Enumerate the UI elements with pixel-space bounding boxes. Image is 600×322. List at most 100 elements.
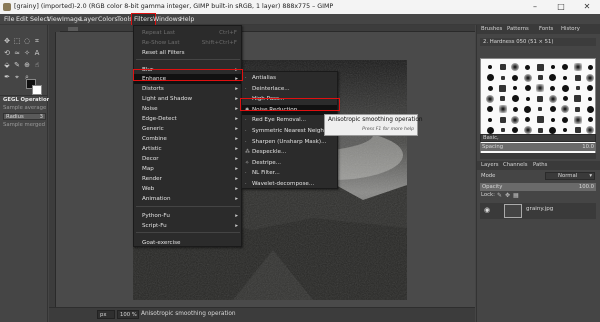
enhance-item-nl-filter[interactable]: · NL Filter... bbox=[242, 168, 337, 178]
paintbrush-icon[interactable]: ✎ bbox=[13, 61, 21, 69]
brush-tip[interactable] bbox=[587, 64, 593, 70]
enhance-item-red-eye-removal[interactable]: · Red Eye Removal... bbox=[242, 115, 337, 125]
brush-tip[interactable] bbox=[574, 74, 581, 81]
brush-tip[interactable] bbox=[511, 95, 519, 102]
enhance-item-symmetric-nearest-neighbor[interactable]: · Symmetric Nearest Neighbor... bbox=[242, 126, 338, 136]
menu-tools[interactable]: Tools bbox=[117, 14, 131, 25]
enhance-item-wavelet-decompose[interactable]: · Wavelet-decompose... bbox=[242, 179, 337, 189]
brush-tip[interactable] bbox=[488, 65, 492, 69]
bucket-fill-icon[interactable]: ⬙ bbox=[3, 61, 11, 69]
filters-item-repeat-last[interactable]: Repeat Last Ctrl+F bbox=[134, 28, 241, 38]
filters-item-render[interactable]: Render ▸ bbox=[134, 174, 241, 184]
brush-tip[interactable] bbox=[513, 86, 517, 90]
layer-name[interactable]: grainy.jpg bbox=[526, 206, 553, 212]
close-button[interactable]: ✕ bbox=[574, 0, 600, 14]
brush-tip[interactable] bbox=[486, 74, 494, 81]
mode-select[interactable]: Normal ▾ bbox=[545, 172, 595, 180]
brush-tip[interactable] bbox=[511, 63, 519, 71]
crop-tool-icon[interactable]: ⌗ bbox=[33, 37, 41, 45]
brush-tip[interactable] bbox=[537, 75, 543, 80]
brush-tip[interactable] bbox=[536, 116, 544, 123]
layer-row[interactable]: ◉ grainy.jpg bbox=[480, 203, 596, 219]
brush-tip[interactable] bbox=[563, 128, 567, 132]
smudge-tool-icon[interactable]: ☝ bbox=[33, 61, 41, 69]
menu-help[interactable]: Help bbox=[180, 14, 194, 25]
tab-brushes[interactable]: Brushes bbox=[481, 25, 502, 34]
unit-select[interactable]: px bbox=[97, 310, 115, 319]
brush-tip[interactable] bbox=[573, 115, 582, 124]
brush-tip[interactable] bbox=[523, 126, 532, 134]
brush-tip[interactable] bbox=[586, 105, 594, 113]
move-tool-icon[interactable]: ✥ bbox=[3, 37, 11, 45]
brush-tip[interactable] bbox=[574, 127, 581, 133]
clone-tool-icon[interactable]: ⊕ bbox=[23, 61, 31, 69]
lock-alpha-icon[interactable]: ▦ bbox=[513, 192, 519, 199]
brush-tip[interactable] bbox=[500, 128, 505, 132]
text-tool-icon[interactable]: A bbox=[33, 49, 41, 57]
background-color-swatch[interactable] bbox=[32, 85, 42, 95]
menu-edit[interactable]: Edit bbox=[16, 14, 28, 25]
filters-item-light-and-shadow[interactable]: Light and Shadow ▸ bbox=[134, 94, 241, 104]
filters-item-re-show-last[interactable]: Re-Show Last Shift+Ctrl+F bbox=[134, 38, 241, 48]
brush-tip[interactable] bbox=[548, 94, 557, 103]
color-picker-icon[interactable]: ⌖ bbox=[13, 73, 21, 81]
filters-item-goat-exercise[interactable]: Goat-exercise bbox=[134, 238, 241, 248]
tab-history[interactable]: History bbox=[561, 25, 580, 34]
brush-tip[interactable] bbox=[486, 94, 494, 103]
brush-tip[interactable] bbox=[550, 65, 555, 69]
tab-patterns[interactable]: Patterns bbox=[507, 25, 529, 34]
enhance-item-destripe[interactable]: ✧ Destripe... bbox=[242, 158, 337, 168]
lasso-tool-icon[interactable]: ◌ bbox=[23, 37, 31, 45]
tab-channels[interactable]: Channels bbox=[503, 161, 528, 170]
brush-tip[interactable] bbox=[500, 75, 505, 80]
zoom-select[interactable]: 100 % bbox=[117, 310, 139, 319]
sample-average-label[interactable]: Sample average bbox=[3, 105, 46, 111]
brush-tip[interactable] bbox=[525, 96, 530, 101]
transform-tool-icon[interactable]: ⟲ bbox=[3, 49, 11, 57]
menu-image[interactable]: Image bbox=[62, 14, 82, 25]
brush-tip[interactable] bbox=[537, 127, 543, 133]
brush-tip[interactable] bbox=[525, 117, 530, 122]
brush-tip[interactable] bbox=[550, 117, 555, 122]
brush-tip[interactable] bbox=[588, 96, 592, 101]
filters-item-edge-detect[interactable]: Edge-Detect ▸ bbox=[134, 114, 241, 124]
radius-slider[interactable]: Radius 3 bbox=[3, 113, 46, 120]
filters-item-noise[interactable]: Noise ▸ bbox=[134, 104, 241, 114]
brush-tip[interactable] bbox=[499, 84, 506, 92]
brush-tip[interactable] bbox=[587, 85, 593, 91]
opacity-slider[interactable]: Opacity 100.0 bbox=[480, 183, 596, 191]
brush-tip[interactable] bbox=[562, 96, 568, 101]
filters-item-distorts[interactable]: Distorts ▸ bbox=[134, 84, 241, 94]
filters-item-generic[interactable]: Generic ▸ bbox=[134, 124, 241, 134]
filters-item-artistic[interactable]: Artistic ▸ bbox=[134, 144, 241, 154]
canvas-tab-preview[interactable] bbox=[68, 27, 78, 31]
menu-file[interactable]: File bbox=[4, 14, 15, 25]
spacing-slider[interactable]: Spacing 10.0 bbox=[480, 143, 596, 151]
brush-tip[interactable] bbox=[563, 75, 567, 80]
brush-tip[interactable] bbox=[487, 85, 493, 91]
path-tool-icon[interactable]: ✒ bbox=[3, 73, 11, 81]
brush-tip[interactable] bbox=[500, 96, 505, 101]
brush-tip[interactable] bbox=[549, 106, 556, 112]
brush-tip[interactable] bbox=[536, 84, 544, 92]
brush-tip[interactable] bbox=[512, 74, 518, 81]
menu-filters[interactable]: Filters bbox=[131, 13, 156, 26]
sample-merged-checkbox[interactable]: Sample merged bbox=[3, 122, 45, 128]
menu-view[interactable]: View bbox=[47, 14, 62, 25]
eye-visibility-icon[interactable]: ◉ bbox=[484, 206, 490, 214]
brush-tip[interactable] bbox=[498, 105, 507, 113]
brush-tip[interactable] bbox=[549, 126, 556, 134]
filters-item-map[interactable]: Map ▸ bbox=[134, 164, 241, 174]
brush-tip[interactable] bbox=[561, 84, 569, 92]
brush-tip[interactable] bbox=[562, 116, 568, 123]
brush-tip[interactable] bbox=[575, 86, 580, 90]
tab-paths[interactable]: Paths bbox=[533, 161, 547, 170]
filters-item-combine[interactable]: Combine ▸ bbox=[134, 134, 241, 144]
brush-tip[interactable] bbox=[486, 126, 494, 134]
maximize-button[interactable]: □ bbox=[548, 0, 574, 14]
brush-tip[interactable] bbox=[487, 106, 493, 112]
enhance-item-deinterlace[interactable]: · Deinterlace... bbox=[242, 84, 337, 94]
filters-item-decor[interactable]: Decor ▸ bbox=[134, 154, 241, 164]
enhance-item-despeckle[interactable]: ⁂ Despeckle... bbox=[242, 147, 337, 157]
menu-colors[interactable]: Colors bbox=[98, 14, 118, 25]
